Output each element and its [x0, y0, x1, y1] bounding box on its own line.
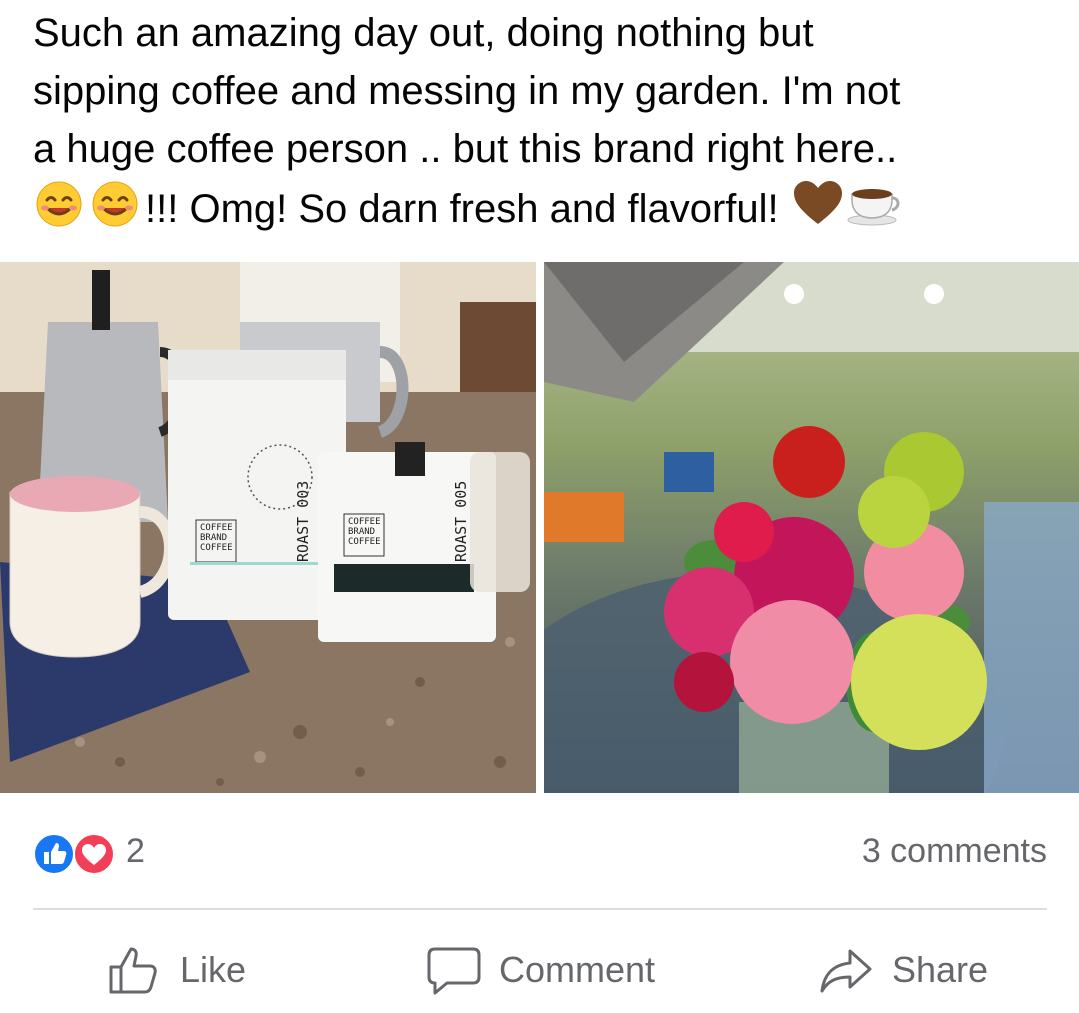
- like-icon: [33, 833, 75, 875]
- reaction-icons[interactable]: [33, 833, 117, 875]
- reactions-bar: 2 3 comments: [33, 830, 1047, 876]
- comment-button[interactable]: Comment: [427, 935, 655, 1005]
- post-text-line-4: !!! Omg! So darn fresh and flavorful!: [33, 178, 1053, 244]
- post-text-line-2: sipping coffee and messing in my garden.…: [33, 69, 901, 113]
- share-arrow-icon: [820, 949, 872, 993]
- smiling-face-icon: [89, 178, 145, 244]
- post-text-line-3: a huge coffee person .. but this brand r…: [33, 127, 898, 171]
- brown-heart-icon: [790, 178, 846, 244]
- comment-label: Comment: [499, 949, 656, 990]
- post-text: Such an amazing day out, doing nothing b…: [33, 4, 1053, 244]
- share-button[interactable]: Share: [818, 935, 988, 1005]
- love-icon: [73, 833, 115, 875]
- photo-flowers[interactable]: [544, 262, 1079, 793]
- post-text-line-1: Such an amazing day out, doing nothing b…: [33, 11, 814, 55]
- divider: [33, 908, 1047, 910]
- coffee-cup-icon: [846, 178, 904, 244]
- post-photos: COFFEE BRAND COFFEE ROAST 003 COFFEE BRAND C…: [0, 262, 1079, 793]
- comments-count-link[interactable]: 3 comments: [862, 832, 1047, 871]
- comment-bubble-icon: [427, 947, 481, 995]
- post-text-line-4-text: !!! Omg! So darn fresh and flavorful!: [145, 187, 779, 231]
- like-button[interactable]: Like: [108, 935, 246, 1005]
- smiling-face-icon: [33, 178, 89, 244]
- thumbs-up-icon: [109, 947, 157, 994]
- photo-coffee-bags[interactable]: COFFEE BRAND COFFEE ROAST 003 COFFEE BRAND C…: [0, 262, 536, 793]
- post-actions: Like Comment Share: [0, 935, 1079, 1005]
- bag2-roast-label: ROAST 005: [452, 481, 470, 562]
- bag1-roast-label: ROAST 003: [294, 481, 312, 562]
- share-label: Share: [892, 949, 989, 990]
- like-label: Like: [180, 949, 247, 990]
- reaction-count[interactable]: 2: [126, 832, 145, 871]
